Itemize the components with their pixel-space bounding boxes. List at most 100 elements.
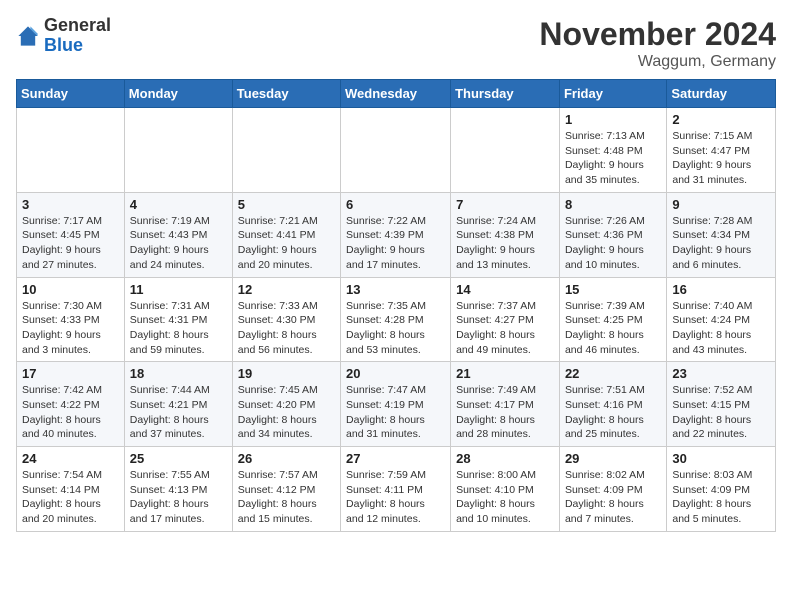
day-number: 6 [346, 197, 445, 212]
header-friday: Friday [559, 80, 666, 108]
day-number: 29 [565, 451, 661, 466]
day-number: 8 [565, 197, 661, 212]
day-info: Sunrise: 7:44 AM Sunset: 4:21 PM Dayligh… [130, 383, 227, 442]
calendar-cell: 29 Sunrise: 8:02 AM Sunset: 4:09 PM Dayli… [559, 447, 666, 532]
calendar-cell: 12 Sunrise: 7:33 AM Sunset: 4:30 PM Dayli… [232, 277, 340, 362]
day-info: Sunrise: 7:28 AM Sunset: 4:34 PM Dayligh… [672, 214, 770, 273]
calendar-week-1: 1 Sunrise: 7:13 AM Sunset: 4:48 PM Daylig… [17, 108, 776, 193]
day-number: 16 [672, 282, 770, 297]
day-info: Sunrise: 7:47 AM Sunset: 4:19 PM Dayligh… [346, 383, 445, 442]
day-info: Sunrise: 7:13 AM Sunset: 4:48 PM Dayligh… [565, 129, 661, 188]
calendar-cell: 2 Sunrise: 7:15 AM Sunset: 4:47 PM Daylig… [667, 108, 776, 193]
calendar-cell: 3 Sunrise: 7:17 AM Sunset: 4:45 PM Daylig… [17, 192, 125, 277]
day-number: 10 [22, 282, 119, 297]
day-info: Sunrise: 7:26 AM Sunset: 4:36 PM Dayligh… [565, 214, 661, 273]
calendar-cell: 24 Sunrise: 7:54 AM Sunset: 4:14 PM Dayli… [17, 447, 125, 532]
calendar-week-4: 17Sunrise: 7:42 AM Sunset: 4:22 PM Dayli… [17, 362, 776, 447]
day-info: Sunrise: 7:21 AM Sunset: 4:41 PM Dayligh… [238, 214, 335, 273]
calendar-cell: 21 Sunrise: 7:49 AM Sunset: 4:17 PM Dayli… [451, 362, 560, 447]
calendar-week-3: 10 Sunrise: 7:30 AM Sunset: 4:33 PM Dayli… [17, 277, 776, 362]
calendar-cell: 11 Sunrise: 7:31 AM Sunset: 4:31 PM Dayli… [124, 277, 232, 362]
calendar-cell: 6 Sunrise: 7:22 AM Sunset: 4:39 PM Daylig… [341, 192, 451, 277]
calendar-week-2: 3 Sunrise: 7:17 AM Sunset: 4:45 PM Daylig… [17, 192, 776, 277]
calendar-cell: 23Sunrise: 7:52 AM Sunset: 4:15 PM Dayli… [667, 362, 776, 447]
calendar-cell: 22 Sunrise: 7:51 AM Sunset: 4:16 PM Dayli… [559, 362, 666, 447]
calendar-cell: 26 Sunrise: 7:57 AM Sunset: 4:12 PM Dayli… [232, 447, 340, 532]
calendar-cell: 1 Sunrise: 7:13 AM Sunset: 4:48 PM Daylig… [559, 108, 666, 193]
day-number: 1 [565, 112, 661, 127]
day-number: 3 [22, 197, 119, 212]
day-number: 2 [672, 112, 770, 127]
day-info: Sunrise: 8:00 AM Sunset: 4:10 PM Dayligh… [456, 468, 554, 527]
calendar-cell: 20 Sunrise: 7:47 AM Sunset: 4:19 PM Dayli… [341, 362, 451, 447]
day-info: Sunrise: 7:59 AM Sunset: 4:11 PM Dayligh… [346, 468, 445, 527]
day-number: 4 [130, 197, 227, 212]
day-info: Sunrise: 7:42 AM Sunset: 4:22 PM Dayligh… [22, 383, 119, 442]
day-number: 7 [456, 197, 554, 212]
header-monday: Monday [124, 80, 232, 108]
day-number: 13 [346, 282, 445, 297]
calendar-cell: 18Sunrise: 7:44 AM Sunset: 4:21 PM Dayli… [124, 362, 232, 447]
day-number: 14 [456, 282, 554, 297]
day-number: 12 [238, 282, 335, 297]
day-number: 20 [346, 366, 445, 381]
day-number: 28 [456, 451, 554, 466]
location: Waggum, Germany [539, 53, 776, 71]
day-number: 21 [456, 366, 554, 381]
day-info: Sunrise: 7:33 AM Sunset: 4:30 PM Dayligh… [238, 299, 335, 358]
day-info: Sunrise: 7:17 AM Sunset: 4:45 PM Dayligh… [22, 214, 119, 273]
logo: General Blue [16, 16, 111, 56]
calendar-cell: 13Sunrise: 7:35 AM Sunset: 4:28 PM Dayli… [341, 277, 451, 362]
header-tuesday: Tuesday [232, 80, 340, 108]
day-info: Sunrise: 7:52 AM Sunset: 4:15 PM Dayligh… [672, 383, 770, 442]
calendar-cell: 14Sunrise: 7:37 AM Sunset: 4:27 PM Dayli… [451, 277, 560, 362]
logo-icon [16, 24, 40, 48]
calendar-cell [17, 108, 125, 193]
calendar-cell: 30 Sunrise: 8:03 AM Sunset: 4:09 PM Dayli… [667, 447, 776, 532]
day-info: Sunrise: 7:30 AM Sunset: 4:33 PM Dayligh… [22, 299, 119, 358]
day-info: Sunrise: 7:51 AM Sunset: 4:16 PM Dayligh… [565, 383, 661, 442]
header: General Blue November 2024 Waggum, Germa… [16, 16, 776, 71]
day-info: Sunrise: 7:31 AM Sunset: 4:31 PM Dayligh… [130, 299, 227, 358]
calendar-cell [124, 108, 232, 193]
calendar-cell: 9Sunrise: 7:28 AM Sunset: 4:34 PM Daylig… [667, 192, 776, 277]
calendar-cell [232, 108, 340, 193]
day-number: 22 [565, 366, 661, 381]
day-number: 27 [346, 451, 445, 466]
day-info: Sunrise: 8:03 AM Sunset: 4:09 PM Dayligh… [672, 468, 770, 527]
day-number: 15 [565, 282, 661, 297]
day-info: Sunrise: 7:54 AM Sunset: 4:14 PM Dayligh… [22, 468, 119, 527]
day-info: Sunrise: 8:02 AM Sunset: 4:09 PM Dayligh… [565, 468, 661, 527]
day-info: Sunrise: 7:55 AM Sunset: 4:13 PM Dayligh… [130, 468, 227, 527]
calendar-cell: 25 Sunrise: 7:55 AM Sunset: 4:13 PM Dayli… [124, 447, 232, 532]
calendar-cell: 17Sunrise: 7:42 AM Sunset: 4:22 PM Dayli… [17, 362, 125, 447]
day-info: Sunrise: 7:40 AM Sunset: 4:24 PM Dayligh… [672, 299, 770, 358]
day-info: Sunrise: 7:15 AM Sunset: 4:47 PM Dayligh… [672, 129, 770, 188]
day-number: 30 [672, 451, 770, 466]
calendar-cell: 4 Sunrise: 7:19 AM Sunset: 4:43 PM Daylig… [124, 192, 232, 277]
calendar-cell [451, 108, 560, 193]
day-number: 26 [238, 451, 335, 466]
month-title: November 2024 [539, 16, 776, 53]
calendar-cell: 27 Sunrise: 7:59 AM Sunset: 4:11 PM Dayli… [341, 447, 451, 532]
day-number: 25 [130, 451, 227, 466]
calendar-cell: 10 Sunrise: 7:30 AM Sunset: 4:33 PM Dayli… [17, 277, 125, 362]
day-info: Sunrise: 7:22 AM Sunset: 4:39 PM Dayligh… [346, 214, 445, 273]
day-number: 5 [238, 197, 335, 212]
logo-text: General Blue [44, 16, 111, 56]
day-number: 24 [22, 451, 119, 466]
day-info: Sunrise: 7:45 AM Sunset: 4:20 PM Dayligh… [238, 383, 335, 442]
day-info: Sunrise: 7:49 AM Sunset: 4:17 PM Dayligh… [456, 383, 554, 442]
calendar-cell: 5 Sunrise: 7:21 AM Sunset: 4:41 PM Daylig… [232, 192, 340, 277]
day-info: Sunrise: 7:19 AM Sunset: 4:43 PM Dayligh… [130, 214, 227, 273]
day-number: 11 [130, 282, 227, 297]
calendar-cell [341, 108, 451, 193]
calendar-header-row: SundayMondayTuesdayWednesdayThursdayFrid… [17, 80, 776, 108]
header-thursday: Thursday [451, 80, 560, 108]
calendar-cell: 16 Sunrise: 7:40 AM Sunset: 4:24 PM Dayli… [667, 277, 776, 362]
calendar-cell: 8 Sunrise: 7:26 AM Sunset: 4:36 PM Daylig… [559, 192, 666, 277]
calendar-cell: 7 Sunrise: 7:24 AM Sunset: 4:38 PM Daylig… [451, 192, 560, 277]
title-area: November 2024 Waggum, Germany [539, 16, 776, 71]
day-info: Sunrise: 7:57 AM Sunset: 4:12 PM Dayligh… [238, 468, 335, 527]
day-info: Sunrise: 7:24 AM Sunset: 4:38 PM Dayligh… [456, 214, 554, 273]
